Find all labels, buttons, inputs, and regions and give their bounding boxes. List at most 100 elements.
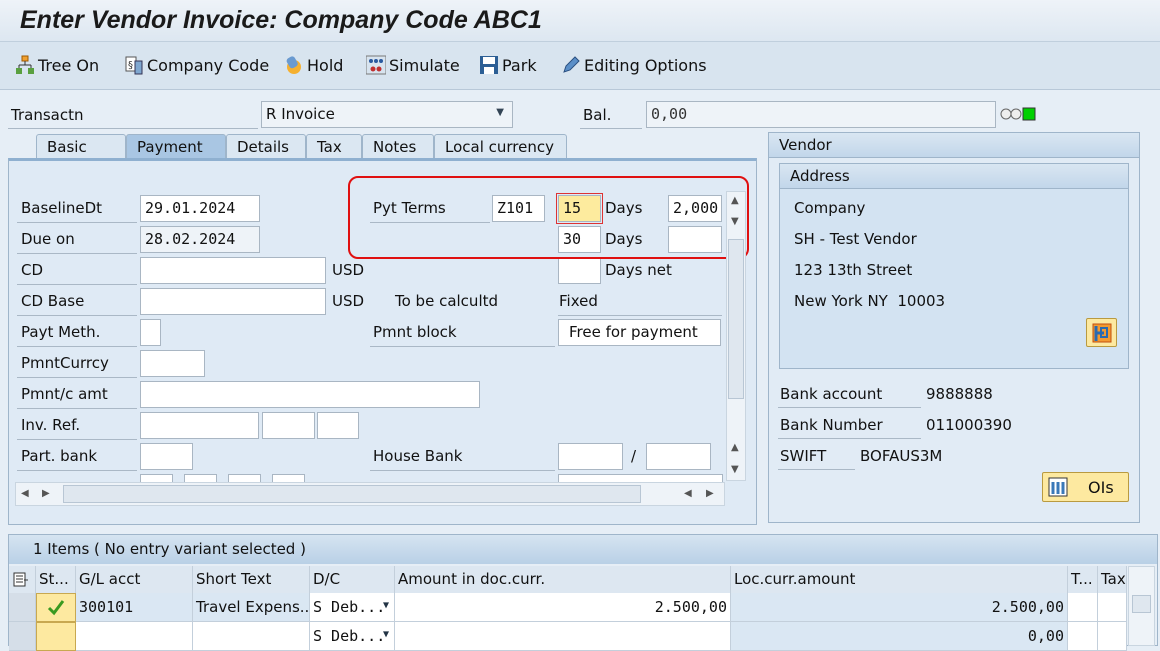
house-bank-field[interactable] xyxy=(558,443,623,470)
highlight-box xyxy=(348,176,749,259)
row-selector[interactable] xyxy=(9,593,36,622)
partner-bank-label: Part. bank xyxy=(21,447,98,465)
scroll-up-icon[interactable]: ▲ xyxy=(731,195,739,206)
column-header-amount-doc[interactable]: Amount in doc.curr. xyxy=(395,566,731,593)
house-bank-separator: / xyxy=(631,447,637,465)
table-scrollbar[interactable] xyxy=(1128,566,1155,646)
scroll-right-icon[interactable]: ▶ xyxy=(42,488,50,499)
company-code-button[interactable]: § Company Code xyxy=(124,55,269,75)
cd-label: CD xyxy=(21,261,44,279)
save-disk-icon xyxy=(479,55,499,75)
column-header-short-text[interactable]: Short Text xyxy=(193,566,310,593)
gl-account-cell[interactable]: 300101 xyxy=(76,593,193,622)
tab-tax[interactable]: Tax xyxy=(306,134,362,159)
scroll-left-icon[interactable]: ◀ xyxy=(21,488,29,499)
due-on-label: Due on xyxy=(21,230,75,248)
invoice-reference-label: Inv. Ref. xyxy=(21,416,81,434)
chevron-down-icon: ▼ xyxy=(382,629,389,640)
toolbar: Tree On § Company Code Hold Simulate Par… xyxy=(0,42,1160,90)
address-detail-icon xyxy=(1092,323,1112,347)
tree-icon xyxy=(15,55,35,75)
editing-options-button[interactable]: Editing Options xyxy=(561,55,707,75)
cd-currency: USD xyxy=(332,261,365,279)
tab-notes[interactable]: Notes xyxy=(362,134,434,159)
scroll-thumb[interactable] xyxy=(728,239,744,399)
tab-local-currency[interactable]: Local currency xyxy=(434,134,567,159)
scroll-down-icon[interactable]: ▼ xyxy=(731,216,739,227)
house-bank-label: House Bank xyxy=(373,447,463,465)
scroll-right-icon[interactable]: ▶ xyxy=(706,488,714,499)
row-selector[interactable] xyxy=(9,622,36,651)
gl-account-cell[interactable] xyxy=(76,622,193,651)
column-header-debit-credit[interactable]: D/C xyxy=(310,566,395,593)
column-header-gl-account[interactable]: G/L acct xyxy=(76,566,193,593)
baseline-date-field[interactable]: 29.01.2024 xyxy=(140,195,260,222)
column-settings-button[interactable] xyxy=(9,566,36,593)
open-items-button[interactable]: OIs xyxy=(1042,472,1129,502)
hold-button[interactable]: Hold xyxy=(284,55,343,75)
cd-base-field[interactable] xyxy=(140,288,326,315)
invoice-reference-field[interactable] xyxy=(140,412,259,439)
list-icon xyxy=(1048,477,1068,501)
payment-block-label: Pmnt block xyxy=(373,323,457,341)
horizontal-scrollbar[interactable]: ◀ ▶ ◀ ▶ xyxy=(15,482,725,506)
address-header: Address xyxy=(780,164,1128,189)
transaction-label: Transactn xyxy=(11,106,84,124)
items-header: 1 Items ( No entry variant selected ) xyxy=(9,535,1157,564)
invoice-reference-item-field[interactable] xyxy=(317,412,359,439)
svg-text:§: § xyxy=(128,60,133,71)
debit-credit-select[interactable]: S Deb... ▼ xyxy=(310,593,395,622)
tab-basic-data[interactable]: Basic data xyxy=(36,134,126,174)
balance-field: 0,00 xyxy=(646,101,996,128)
short-text-cell[interactable]: Travel Expens... xyxy=(193,593,310,622)
page-title: Enter Vendor Invoice: Company Code ABC1 xyxy=(20,6,542,34)
tax-code-cell[interactable] xyxy=(1068,622,1098,651)
cd-field[interactable] xyxy=(140,257,326,284)
hold-icon xyxy=(284,55,304,75)
column-header-status[interactable]: St... xyxy=(36,566,76,593)
scroll-thumb[interactable] xyxy=(63,485,641,503)
partner-bank-field[interactable] xyxy=(140,443,193,470)
payment-method-label: Payt Meth. xyxy=(21,323,101,341)
bank-number-label: Bank Number xyxy=(780,416,883,434)
payment-currency-field[interactable] xyxy=(140,350,205,377)
park-button[interactable]: Park xyxy=(479,55,537,75)
days-net-field[interactable] xyxy=(558,257,601,284)
bank-account-value: 9888888 xyxy=(926,385,993,403)
column-header-amount-local[interactable]: Loc.curr.amount xyxy=(731,566,1068,593)
invoice-reference-year-field[interactable] xyxy=(262,412,315,439)
tab-details[interactable]: Details xyxy=(226,134,306,159)
scroll-left-icon[interactable]: ◀ xyxy=(684,488,692,499)
amount-doc-cell[interactable]: 2.500,00 xyxy=(395,593,731,622)
amount-doc-cell[interactable] xyxy=(395,622,731,651)
column-settings-icon xyxy=(13,572,29,592)
bank-account-label: Bank account xyxy=(780,385,883,403)
scroll-up-icon[interactable]: ▲ xyxy=(731,442,739,453)
vertical-scrollbar[interactable]: ▲ ▼ ▲ ▼ xyxy=(726,191,746,481)
chevron-down-icon: ▼ xyxy=(496,107,504,118)
payment-method-field[interactable] xyxy=(140,319,161,346)
payment-amount-field[interactable] xyxy=(140,381,480,408)
address-detail-button[interactable] xyxy=(1086,318,1117,347)
tax-code-cell[interactable] xyxy=(1068,593,1098,622)
scroll-down-icon[interactable]: ▼ xyxy=(731,464,739,475)
transaction-select[interactable]: R Invoice ▼ xyxy=(261,101,513,128)
payment-block-field[interactable]: Free for payment xyxy=(558,319,721,346)
simulate-icon xyxy=(365,55,387,75)
tax-cell[interactable] xyxy=(1098,593,1127,622)
amount-local-cell: 0,00 xyxy=(731,622,1068,651)
address-line: SH - Test Vendor xyxy=(794,230,917,248)
column-header-tax[interactable]: Tax xyxy=(1098,566,1127,593)
house-account-field[interactable] xyxy=(646,443,711,470)
scroll-thumb[interactable] xyxy=(1132,595,1151,613)
baseline-date-label: BaselineDt xyxy=(21,199,103,217)
short-text-cell[interactable] xyxy=(193,622,310,651)
debit-credit-select[interactable]: S Deb... ▼ xyxy=(310,622,395,651)
tab-payment[interactable]: Payment xyxy=(126,134,226,159)
tax-cell[interactable] xyxy=(1098,622,1127,651)
tree-on-button[interactable]: Tree On xyxy=(15,55,99,75)
payment-amount-label: Pmnt/c amt xyxy=(21,385,108,403)
fixed-label: Fixed xyxy=(559,292,598,310)
simulate-button[interactable]: Simulate xyxy=(365,55,460,75)
column-header-tax-code[interactable]: T... xyxy=(1068,566,1098,593)
